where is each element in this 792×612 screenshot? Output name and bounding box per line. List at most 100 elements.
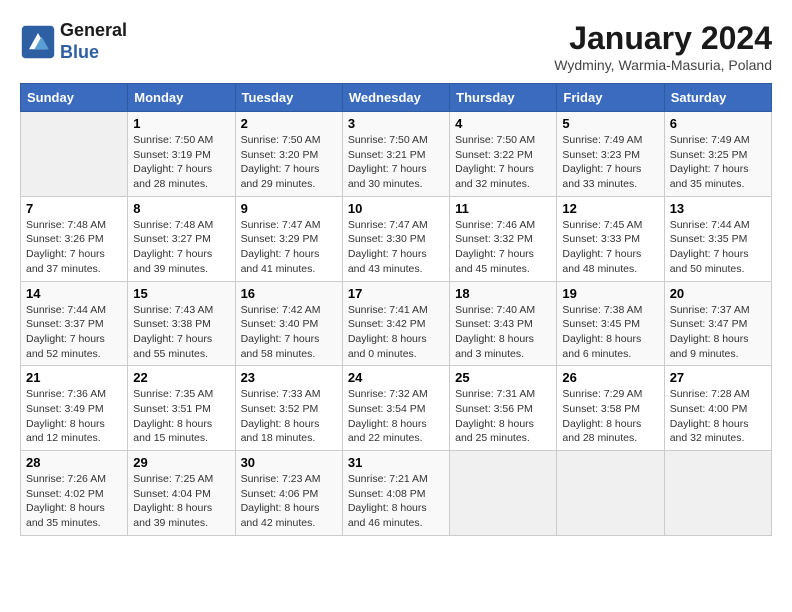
calendar-cell: 17 Sunrise: 7:41 AMSunset: 3:42 PMDayligh… [342,281,449,366]
calendar-cell: 6 Sunrise: 7:49 AMSunset: 3:25 PMDaylight… [664,112,771,197]
calendar-cell: 7 Sunrise: 7:48 AMSunset: 3:26 PMDaylight… [21,196,128,281]
day-info: Sunrise: 7:36 AMSunset: 3:49 PMDaylight:… [26,387,122,446]
day-number: 13 [670,201,766,216]
day-number: 19 [562,286,658,301]
calendar-cell [450,451,557,536]
day-info: Sunrise: 7:49 AMSunset: 3:25 PMDaylight:… [670,133,766,192]
day-info: Sunrise: 7:48 AMSunset: 3:27 PMDaylight:… [133,218,229,277]
calendar-header: SundayMondayTuesdayWednesdayThursdayFrid… [21,84,772,112]
calendar-cell: 22Sunrise: 7:35 AMSunset: 3:51 PMDayligh… [128,366,235,451]
calendar-cell: 5 Sunrise: 7:49 AMSunset: 3:23 PMDaylight… [557,112,664,197]
day-number: 30 [241,455,337,470]
day-number: 22 [133,370,229,385]
day-info: Sunrise: 7:25 AMSunset: 4:04 PMDaylight:… [133,472,229,531]
day-info: Sunrise: 7:23 AMSunset: 4:06 PMDaylight:… [241,472,337,531]
calendar-cell: 28 Sunrise: 7:26 AMSunset: 4:02 PMDayligh… [21,451,128,536]
day-number: 4 [455,116,551,131]
calendar-cell: 21 Sunrise: 7:36 AMSunset: 3:49 PMDayligh… [21,366,128,451]
weekday-header-friday: Friday [557,84,664,112]
day-info: Sunrise: 7:32 AMSunset: 3:54 PMDaylight:… [348,387,444,446]
logo-icon [20,24,56,60]
day-number: 10 [348,201,444,216]
day-number: 17 [348,286,444,301]
day-info: Sunrise: 7:41 AMSunset: 3:42 PMDaylight:… [348,303,444,362]
day-number: 21 [26,370,122,385]
day-info: Sunrise: 7:46 AMSunset: 3:32 PMDaylight:… [455,218,551,277]
calendar-cell: 18Sunrise: 7:40 AMSunset: 3:43 PMDayligh… [450,281,557,366]
day-info: Sunrise: 7:49 AMSunset: 3:23 PMDaylight:… [562,133,658,192]
day-info: Sunrise: 7:26 AMSunset: 4:02 PMDaylight:… [26,472,122,531]
month-title: January 2024 [554,20,772,57]
day-info: Sunrise: 7:44 AMSunset: 3:37 PMDaylight:… [26,303,122,362]
calendar-cell: 16 Sunrise: 7:42 AMSunset: 3:40 PMDayligh… [235,281,342,366]
day-number: 15 [133,286,229,301]
calendar-cell: 3 Sunrise: 7:50 AMSunset: 3:21 PMDaylight… [342,112,449,197]
day-number: 29 [133,455,229,470]
day-info: Sunrise: 7:50 AMSunset: 3:20 PMDaylight:… [241,133,337,192]
logo-line2: Blue [60,42,127,64]
calendar-table: SundayMondayTuesdayWednesdayThursdayFrid… [20,83,772,536]
calendar-cell: 10Sunrise: 7:47 AMSunset: 3:30 PMDayligh… [342,196,449,281]
day-info: Sunrise: 7:45 AMSunset: 3:33 PMDaylight:… [562,218,658,277]
day-number: 6 [670,116,766,131]
day-info: Sunrise: 7:42 AMSunset: 3:40 PMDaylight:… [241,303,337,362]
calendar-cell: 19Sunrise: 7:38 AMSunset: 3:45 PMDayligh… [557,281,664,366]
day-number: 27 [670,370,766,385]
day-info: Sunrise: 7:40 AMSunset: 3:43 PMDaylight:… [455,303,551,362]
title-block: January 2024 Wydminy, Warmia-Masuria, Po… [554,20,772,73]
calendar-cell: 26 Sunrise: 7:29 AMSunset: 3:58 PMDayligh… [557,366,664,451]
calendar-cell [664,451,771,536]
day-number: 7 [26,201,122,216]
day-number: 23 [241,370,337,385]
calendar-cell [21,112,128,197]
calendar-cell: 8Sunrise: 7:48 AMSunset: 3:27 PMDaylight… [128,196,235,281]
day-number: 26 [562,370,658,385]
location-subtitle: Wydminy, Warmia-Masuria, Poland [554,57,772,73]
day-number: 24 [348,370,444,385]
calendar-cell: 13 Sunrise: 7:44 AMSunset: 3:35 PMDayligh… [664,196,771,281]
calendar-cell: 24 Sunrise: 7:32 AMSunset: 3:54 PMDayligh… [342,366,449,451]
day-number: 20 [670,286,766,301]
day-number: 31 [348,455,444,470]
day-number: 3 [348,116,444,131]
weekday-header-tuesday: Tuesday [235,84,342,112]
weekday-header-saturday: Saturday [664,84,771,112]
day-info: Sunrise: 7:44 AMSunset: 3:35 PMDaylight:… [670,218,766,277]
calendar-week-1: 1Sunrise: 7:50 AMSunset: 3:19 PMDaylight… [21,112,772,197]
calendar-cell [557,451,664,536]
day-info: Sunrise: 7:29 AMSunset: 3:58 PMDaylight:… [562,387,658,446]
calendar-week-4: 21 Sunrise: 7:36 AMSunset: 3:49 PMDayligh… [21,366,772,451]
day-info: Sunrise: 7:37 AMSunset: 3:47 PMDaylight:… [670,303,766,362]
logo: General Blue [20,20,127,63]
day-number: 16 [241,286,337,301]
weekday-header-monday: Monday [128,84,235,112]
calendar-cell: 4 Sunrise: 7:50 AMSunset: 3:22 PMDaylight… [450,112,557,197]
day-info: Sunrise: 7:21 AMSunset: 4:08 PMDaylight:… [348,472,444,531]
calendar-cell: 30 Sunrise: 7:23 AMSunset: 4:06 PMDayligh… [235,451,342,536]
day-number: 2 [241,116,337,131]
day-info: Sunrise: 7:50 AMSunset: 3:22 PMDaylight:… [455,133,551,192]
calendar-cell: 29 Sunrise: 7:25 AMSunset: 4:04 PMDayligh… [128,451,235,536]
calendar-cell: 14 Sunrise: 7:44 AMSunset: 3:37 PMDayligh… [21,281,128,366]
calendar-cell: 20 Sunrise: 7:37 AMSunset: 3:47 PMDayligh… [664,281,771,366]
logo-text: General Blue [60,20,127,63]
calendar-cell: 23Sunrise: 7:33 AMSunset: 3:52 PMDayligh… [235,366,342,451]
calendar-week-2: 7 Sunrise: 7:48 AMSunset: 3:26 PMDaylight… [21,196,772,281]
weekday-header-wednesday: Wednesday [342,84,449,112]
day-info: Sunrise: 7:50 AMSunset: 3:19 PMDaylight:… [133,133,229,192]
day-info: Sunrise: 7:28 AMSunset: 4:00 PMDaylight:… [670,387,766,446]
day-number: 25 [455,370,551,385]
day-number: 14 [26,286,122,301]
day-number: 5 [562,116,658,131]
calendar-cell: 27 Sunrise: 7:28 AMSunset: 4:00 PMDayligh… [664,366,771,451]
calendar-week-5: 28 Sunrise: 7:26 AMSunset: 4:02 PMDayligh… [21,451,772,536]
calendar-cell: 9Sunrise: 7:47 AMSunset: 3:29 PMDaylight… [235,196,342,281]
calendar-cell: 11 Sunrise: 7:46 AMSunset: 3:32 PMDayligh… [450,196,557,281]
day-info: Sunrise: 7:48 AMSunset: 3:26 PMDaylight:… [26,218,122,277]
day-number: 11 [455,201,551,216]
calendar-cell: 2 Sunrise: 7:50 AMSunset: 3:20 PMDaylight… [235,112,342,197]
calendar-cell: 25Sunrise: 7:31 AMSunset: 3:56 PMDayligh… [450,366,557,451]
day-info: Sunrise: 7:50 AMSunset: 3:21 PMDaylight:… [348,133,444,192]
day-number: 12 [562,201,658,216]
day-number: 28 [26,455,122,470]
